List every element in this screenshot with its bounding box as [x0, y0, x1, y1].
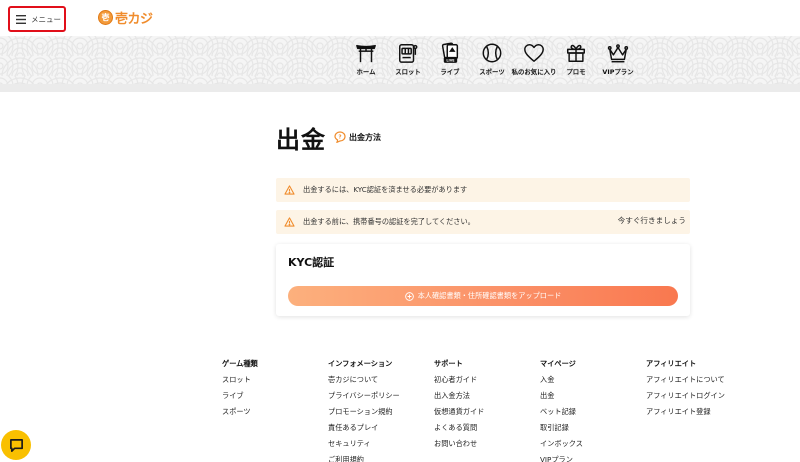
footer-link[interactable]: ライブ: [222, 388, 258, 404]
menu-label: メニュー: [31, 14, 61, 24]
heart-icon: [524, 44, 544, 62]
footer-link[interactable]: 仮想通貨ガイド: [434, 404, 484, 420]
nav-label: スポーツ: [479, 68, 505, 76]
menu-button[interactable]: メニュー: [8, 6, 66, 32]
footer-heading: マイページ: [540, 359, 576, 368]
nav-item-favorites[interactable]: 私のお気に入り: [511, 42, 557, 76]
chat-bubble-icon: [9, 438, 23, 452]
footer-link[interactable]: セキュリティ: [328, 436, 400, 452]
nav-item-sports[interactable]: スポーツ: [471, 42, 513, 76]
footer-column-affiliate: アフィリエイト アフィリエイトについて アフィリエイトログイン アフィリエイト登…: [646, 356, 725, 420]
slot-machine-icon: [399, 44, 418, 63]
torii-gate-icon: [356, 44, 376, 63]
plus-circle-icon: [404, 291, 414, 301]
nav-label: プロモ: [566, 68, 586, 76]
withdrawal-method-link[interactable]: ? 出金方法: [334, 131, 381, 143]
footer-link[interactable]: お問い合わせ: [434, 436, 484, 452]
footer-link[interactable]: アフィリエイトについて: [646, 372, 725, 388]
phone-verification-alert: 出金する前に、携帯番号の認証を完了してください。 今すぐ行きましょう: [276, 210, 690, 234]
nav-item-vip[interactable]: VIPプラン: [597, 42, 639, 76]
nav-item-slots[interactable]: スロット: [387, 42, 429, 76]
site-footer: ゲーム種類 スロット ライブ スポーツ インフォメーション 壱カジについて プラ…: [0, 356, 800, 462]
svg-text:?: ?: [338, 135, 341, 141]
logo-coin-icon: 壱: [98, 10, 113, 25]
speech-bubble-icon: ?: [334, 131, 346, 143]
footer-link[interactable]: 出入金方法: [434, 388, 484, 404]
footer-link[interactable]: プロモーション規約: [328, 404, 400, 420]
withdrawal-method-label: 出金方法: [349, 132, 381, 142]
footer-link[interactable]: 入金: [540, 372, 583, 388]
alert-text: 出金するには、KYC認証を済ませる必要があります: [303, 185, 468, 194]
footer-link[interactable]: インボックス: [540, 436, 583, 452]
footer-link[interactable]: ご利用規約: [328, 452, 400, 462]
upload-label: 本人確認書類・住所確認書類をアップロード: [417, 291, 562, 300]
footer-link[interactable]: 初心者ガイド: [434, 372, 484, 388]
kyc-card: KYC認証 本人確認書類・住所確認書類をアップロード: [276, 244, 690, 316]
nav-label: ライブ: [440, 68, 460, 76]
footer-link[interactable]: ベット記録: [540, 404, 583, 420]
upload-documents-button[interactable]: 本人確認書類・住所確認書類をアップロード: [288, 286, 678, 306]
nav-item-promo[interactable]: プロモ: [555, 42, 597, 76]
footer-link[interactable]: 出金: [540, 388, 583, 404]
crown-icon: [607, 44, 629, 63]
footer-link[interactable]: VIPプラン: [540, 452, 583, 462]
kyc-title: KYC認証: [288, 256, 335, 269]
page-title: 出金: [276, 125, 326, 154]
gift-icon: [567, 44, 585, 62]
live-cards-icon: LIVE: [441, 42, 459, 63]
alert-text: 出金する前に、携帯番号の認証を完了してください。: [303, 217, 475, 226]
svg-text:LIVE: LIVE: [446, 58, 455, 62]
kyc-warning-alert: 出金するには、KYC認証を済ませる必要があります: [276, 178, 690, 202]
footer-column-games: ゲーム種類 スロット ライブ スポーツ: [222, 356, 258, 420]
footer-link[interactable]: アフィリエイトログイン: [646, 388, 725, 404]
baseball-icon: [482, 43, 502, 63]
footer-heading: インフォメーション: [328, 359, 393, 368]
title-row: 出金 ? 出金方法: [276, 120, 690, 154]
main-nav: ホーム スロット LIVE ライブ スポーツ 私のお気に入り プロモ VIPプラ…: [345, 42, 639, 76]
footer-link[interactable]: プライバシーポリシー: [328, 388, 400, 404]
footer-heading: ゲーム種類: [222, 359, 258, 368]
footer-link[interactable]: スロット: [222, 372, 258, 388]
warning-icon: [284, 217, 295, 227]
warning-icon: [284, 185, 295, 195]
hamburger-icon: [16, 14, 26, 24]
footer-link[interactable]: 責任あるプレイ: [328, 420, 400, 436]
chat-support-button[interactable]: [1, 430, 31, 460]
site-logo[interactable]: 壱 壱カジ: [98, 8, 153, 27]
footer-heading: サポート: [434, 359, 463, 368]
nav-label: 私のお気に入り: [511, 68, 557, 76]
footer-link[interactable]: 取引記録: [540, 420, 583, 436]
nav-item-live[interactable]: LIVE ライブ: [429, 42, 471, 76]
footer-column-mypage: マイページ 入金 出金 ベット記録 取引記録 インボックス VIPプラン: [540, 356, 583, 462]
header-divider: [0, 84, 800, 92]
site-header: メニュー 壱 壱カジ ホーム スロット LIVE ライブ スポーツ 私のお気に入…: [0, 0, 800, 92]
footer-link[interactable]: スポーツ: [222, 404, 258, 420]
footer-link[interactable]: 壱カジについて: [328, 372, 400, 388]
go-now-link[interactable]: 今すぐ行きましょう: [618, 215, 686, 226]
nav-label: ホーム: [356, 68, 376, 76]
logo-text: 壱カジ: [115, 12, 153, 27]
footer-column-information: インフォメーション 壱カジについて プライバシーポリシー プロモーション規約 責…: [328, 356, 400, 462]
footer-column-support: サポート 初心者ガイド 出入金方法 仮想通貨ガイド よくある質問 お問い合わせ: [434, 356, 484, 452]
footer-link[interactable]: よくある質問: [434, 420, 484, 436]
nav-label: VIPプラン: [602, 68, 634, 76]
footer-link[interactable]: アフィリエイト登録: [646, 404, 725, 420]
nav-item-home[interactable]: ホーム: [345, 42, 387, 76]
footer-heading: アフィリエイト: [646, 359, 697, 368]
nav-label: スロット: [395, 68, 421, 76]
withdrawal-section: 出金 ? 出金方法 出金するには、KYC認証を済ませる必要があります 出金する前…: [276, 120, 690, 316]
